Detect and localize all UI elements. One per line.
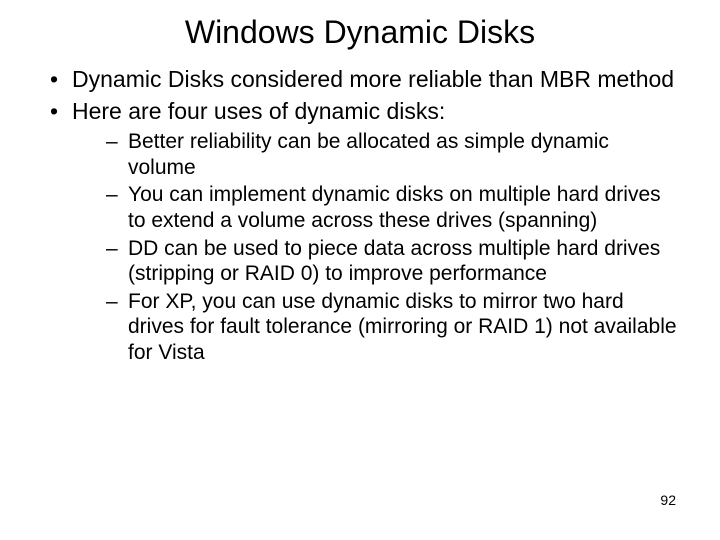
bullet-item: Dynamic Disks considered more reliable t…	[46, 65, 680, 93]
sub-bullet-list: Better reliability can be allocated as s…	[106, 129, 680, 365]
slide: Windows Dynamic Disks Dynamic Disks cons…	[0, 0, 720, 540]
slide-title: Windows Dynamic Disks	[40, 14, 680, 51]
sub-bullet-text: Better reliability can be allocated as s…	[128, 130, 609, 179]
sub-bullet-text: DD can be used to piece data across mult…	[128, 237, 660, 286]
bullet-text: Here are four uses of dynamic disks:	[72, 98, 445, 124]
bullet-item: Here are four uses of dynamic disks: Bet…	[46, 97, 680, 366]
page-number: 92	[660, 492, 676, 508]
sub-bullet-item: DD can be used to piece data across mult…	[106, 236, 680, 287]
sub-bullet-item: Better reliability can be allocated as s…	[106, 129, 680, 180]
sub-bullet-text: You can implement dynamic disks on multi…	[128, 183, 661, 232]
bullet-text: Dynamic Disks considered more reliable t…	[72, 66, 674, 92]
sub-bullet-item: You can implement dynamic disks on multi…	[106, 182, 680, 233]
sub-bullet-text: For XP, you can use dynamic disks to mir…	[128, 290, 677, 364]
main-bullet-list: Dynamic Disks considered more reliable t…	[46, 65, 680, 366]
sub-bullet-item: For XP, you can use dynamic disks to mir…	[106, 289, 680, 366]
